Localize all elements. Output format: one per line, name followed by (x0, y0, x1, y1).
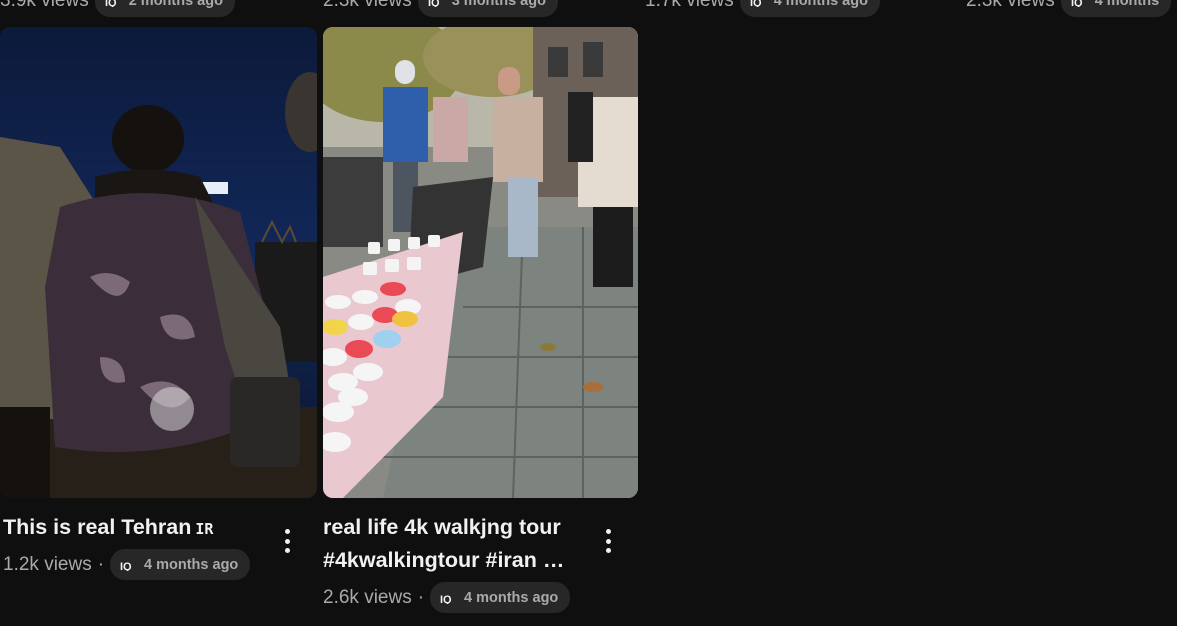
menu-dot (284, 529, 290, 534)
video-title-line-1[interactable]: real life 4k walkjng tour (323, 511, 564, 544)
age-badge[interactable]: IQ 4 months ago (430, 582, 571, 613)
age-badge[interactable]: IQ 3 months ago (417, 0, 558, 17)
more-vert-icon[interactable] (602, 529, 614, 553)
top-video-meta-3: 1.7k views IQ 4 months ago (645, 0, 880, 17)
views-count: 1.7k views (645, 0, 734, 11)
iq-logo-icon: IQ (120, 561, 132, 571)
menu-dot (284, 538, 290, 544)
video-meta-2: 2.6k views · IQ 4 months ago (323, 582, 571, 613)
age-badge[interactable]: IQ 4 months (1060, 0, 1172, 17)
thumbnail-image (323, 27, 638, 498)
video-meta-1: 1.2k views · IQ 4 months ago (3, 549, 251, 580)
video-title-line-2[interactable]: #4kwalkingtour #iran … (323, 544, 564, 577)
separator: · (97, 553, 105, 575)
separator: · (417, 586, 425, 608)
iq-logo-icon: IQ (440, 594, 452, 604)
iq-logo-icon: IQ (750, 0, 762, 7)
age-badge[interactable]: IQ 4 months ago (739, 0, 880, 17)
video-thumbnail-2[interactable] (323, 27, 638, 498)
menu-dot (605, 529, 611, 534)
iq-logo-icon: IQ (105, 0, 117, 7)
views-count: 1.2k views (3, 553, 92, 575)
country-flag: IR (195, 520, 214, 538)
age-text: 2 months ago (128, 0, 223, 9)
video-title-1[interactable]: This is real Tehran IR (3, 511, 213, 546)
video-thumbnail-1[interactable] (0, 27, 317, 498)
svg-text:IQ: IQ (428, 0, 440, 7)
views-count: 3.9k views (0, 0, 89, 11)
top-video-meta-1: 3.9k views IQ 2 months ago (0, 0, 235, 17)
iq-logo-icon: IQ (1071, 0, 1083, 7)
menu-dot (605, 538, 611, 544)
age-text: 4 months ago (464, 589, 559, 606)
thumbnail-image (0, 27, 317, 498)
top-video-meta-4: 2.3k views IQ 4 months (966, 0, 1172, 17)
views-count: 2.6k views (323, 586, 412, 608)
menu-dot (284, 548, 290, 553)
svg-text:IQ: IQ (105, 0, 117, 7)
svg-text:IQ: IQ (1071, 0, 1083, 7)
menu-dot (605, 548, 611, 553)
views-count: 2.3k views (966, 0, 1055, 11)
age-text: 4 months (1094, 0, 1160, 9)
age-text: 3 months ago (451, 0, 546, 9)
iq-logo-icon: IQ (428, 0, 440, 7)
age-badge[interactable]: IQ 4 months ago (110, 549, 251, 580)
svg-text:IQ: IQ (750, 0, 762, 7)
svg-text:IQ: IQ (120, 561, 132, 571)
top-video-meta-2: 2.3k views IQ 3 months ago (323, 0, 558, 17)
age-text: 4 months ago (144, 556, 239, 573)
age-badge[interactable]: IQ 2 months ago (94, 0, 235, 17)
video-title-text[interactable]: This is real Tehran (3, 515, 191, 539)
video-title-2[interactable]: real life 4k walkjng tour #4kwalkingtour… (323, 511, 564, 577)
svg-text:IQ: IQ (440, 594, 452, 604)
more-vert-icon[interactable] (281, 529, 293, 553)
views-count: 2.3k views (323, 0, 412, 11)
age-text: 4 months ago (773, 0, 868, 9)
